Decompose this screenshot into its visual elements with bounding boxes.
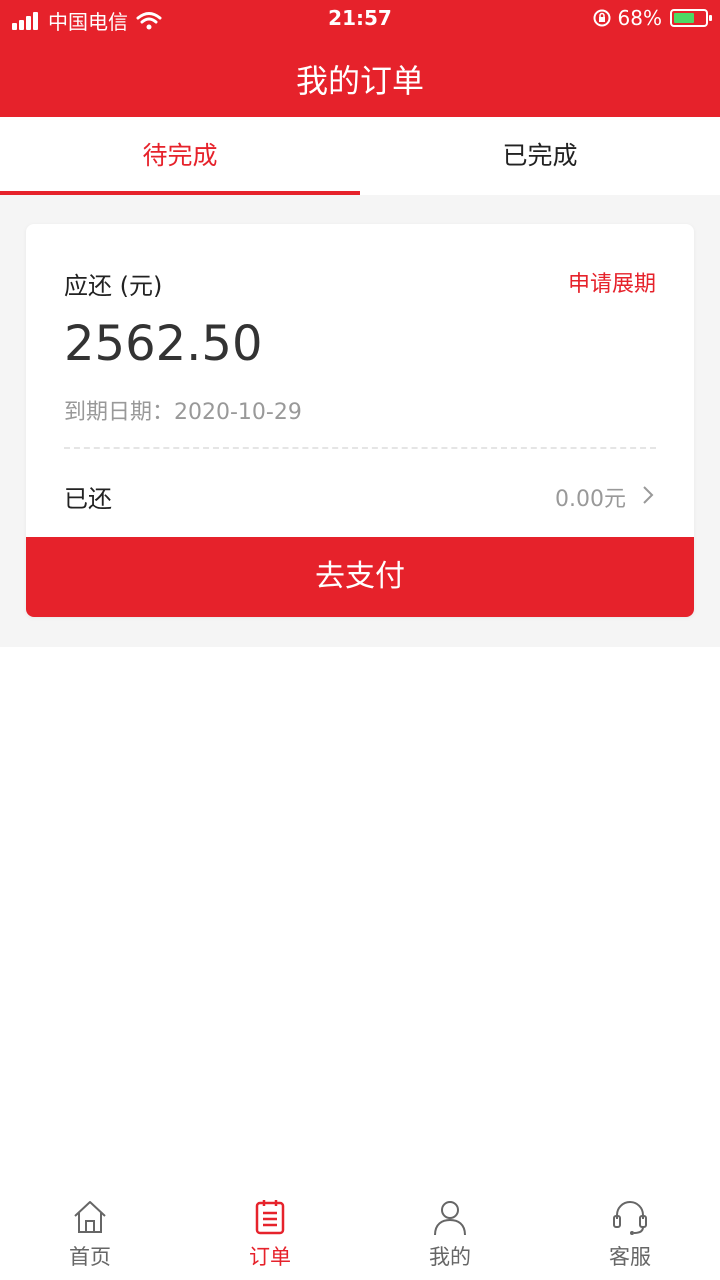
status-right: 68% [592,6,712,30]
status-bar: 中国电信 21:57 68% [0,0,720,36]
order-card: 应还 (元) 申请展期 2562.50 到期日期：2020-10-29 已还 0… [26,224,694,617]
tabbar-item-home[interactable]: 首页 [0,1185,180,1280]
rotation-lock-icon [593,9,611,27]
tab-completed[interactable]: 已完成 [360,117,720,195]
repaid-value: 0.00元 [555,487,626,512]
amount-due-label: 应还 (元) [64,272,163,300]
apply-extension-link[interactable]: 申请展期 [568,266,656,298]
pay-button[interactable]: 去支付 [26,537,694,617]
tabbar-label-mine: 我的 [429,1245,471,1269]
user-icon [434,1201,466,1236]
repaid-row[interactable]: 已还 0.00元 [64,479,656,513]
order-list-icon [255,1200,285,1235]
page-title: 我的订单 [295,62,424,100]
bottom-tab-bar: 首页 订单 我的 客服 [0,1185,720,1280]
app-header: 中国电信 21:57 68% 我的订单 [0,0,720,117]
home-icon [74,1201,106,1233]
chevron-right-icon [643,486,654,504]
repaid-label: 已还 [64,485,112,513]
battery-icon [670,9,712,27]
amount-due-value: 2562.50 [64,316,263,372]
headset-icon [613,1201,647,1235]
tabbar-label-orders: 订单 [249,1245,291,1269]
tabbar-label-service: 客服 [609,1245,651,1269]
battery-fill [674,13,695,23]
tabbar-label-home: 首页 [69,1245,111,1269]
order-tabs: 待完成 已完成 [0,117,720,195]
dashed-divider [64,447,656,449]
tab-pending[interactable]: 待完成 [0,117,360,195]
battery-percent: 68% [617,6,662,30]
due-date: 到期日期：2020-10-29 [64,400,302,425]
tabbar-item-service[interactable]: 客服 [540,1185,720,1280]
tabbar-item-orders[interactable]: 订单 [180,1185,360,1280]
tabbar-item-mine[interactable]: 我的 [360,1185,540,1280]
